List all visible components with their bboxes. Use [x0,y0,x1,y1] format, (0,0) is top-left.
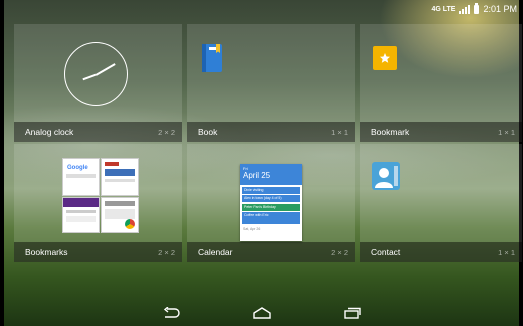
widget-caption: Contact 1 × 1 [360,242,522,262]
widget-name: Contact [371,247,401,257]
calendar-preview: Fri April 25 Dixie visiting Alex in town… [240,164,302,241]
calendar-event: Coffee with Eric [242,212,300,224]
back-button[interactable] [157,303,187,323]
widget-tile-bookmark[interactable]: Bookmark 1 × 1 [360,24,522,142]
recent-apps-icon [343,307,361,319]
analog-clock-icon [64,42,128,106]
navigation-bar [0,300,523,326]
widget-caption: Book 1 × 1 [187,122,355,142]
widget-tile-calendar[interactable]: Fri April 25 Dixie visiting Alex in town… [187,144,355,262]
home-button[interactable] [247,303,277,323]
widget-size: 2 × 2 [158,127,175,137]
widget-preview [360,24,522,122]
calendar-event: Peter Pan's Birthday [242,203,300,211]
calendar-event: Alex in town (day 4 of 5) [242,195,300,202]
widget-preview [187,24,355,122]
widget-preview [14,24,182,122]
calendar-footer: Sat, Apr 26 [243,226,261,231]
status-bar: 4G LTE 2:01 PM [0,0,523,18]
widget-name: Book [198,127,218,137]
widget-size: 2 × 2 [158,247,175,257]
widget-name: Calendar [198,247,233,257]
widget-size: 1 × 1 [498,127,515,137]
widget-preview: Fri April 25 Dixie visiting Alex in town… [187,144,355,242]
book-icon [202,44,222,72]
widget-tile-contact[interactable]: Contact 1 × 1 [360,144,522,262]
calendar-event: Dixie visiting [242,186,300,194]
home-icon [252,307,271,319]
widget-caption: Analog clock 2 × 2 [14,122,182,142]
network-type: 4G LTE [431,5,456,13]
widget-caption: Bookmark 1 × 1 [360,122,522,142]
battery-icon [474,2,480,14]
widget-size: 1 × 1 [331,127,348,137]
signal-icon [459,4,471,14]
back-icon [163,307,180,318]
calendar-date: April 25 [243,171,271,180]
calendar-header: Fri April 25 [240,164,302,185]
widget-caption: Calendar 2 × 2 [187,242,355,262]
recent-apps-button[interactable] [337,303,367,323]
widget-preview [360,144,522,242]
widget-preview: Google [14,144,182,242]
bookmark-star-icon [373,46,397,70]
status-time: 2:01 PM [483,4,517,14]
widget-tile-analog-clock[interactable]: Analog clock 2 × 2 [14,24,182,142]
bookmarks-thumbnails: Google [62,158,139,233]
widget-size: 2 × 2 [331,247,348,257]
widget-name: Bookmark [371,127,410,137]
widget-caption: Bookmarks 2 × 2 [14,242,182,262]
widget-tile-book[interactable]: Book 1 × 1 [187,24,355,142]
widget-tile-bookmarks[interactable]: Google Bookmarks 2 × 2 [14,144,182,262]
widget-name: Analog clock [25,127,74,137]
widget-name: Bookmarks [25,247,68,257]
contact-icon [372,162,400,190]
screen-bezel-left [0,0,4,326]
widget-size: 1 × 1 [498,247,515,257]
